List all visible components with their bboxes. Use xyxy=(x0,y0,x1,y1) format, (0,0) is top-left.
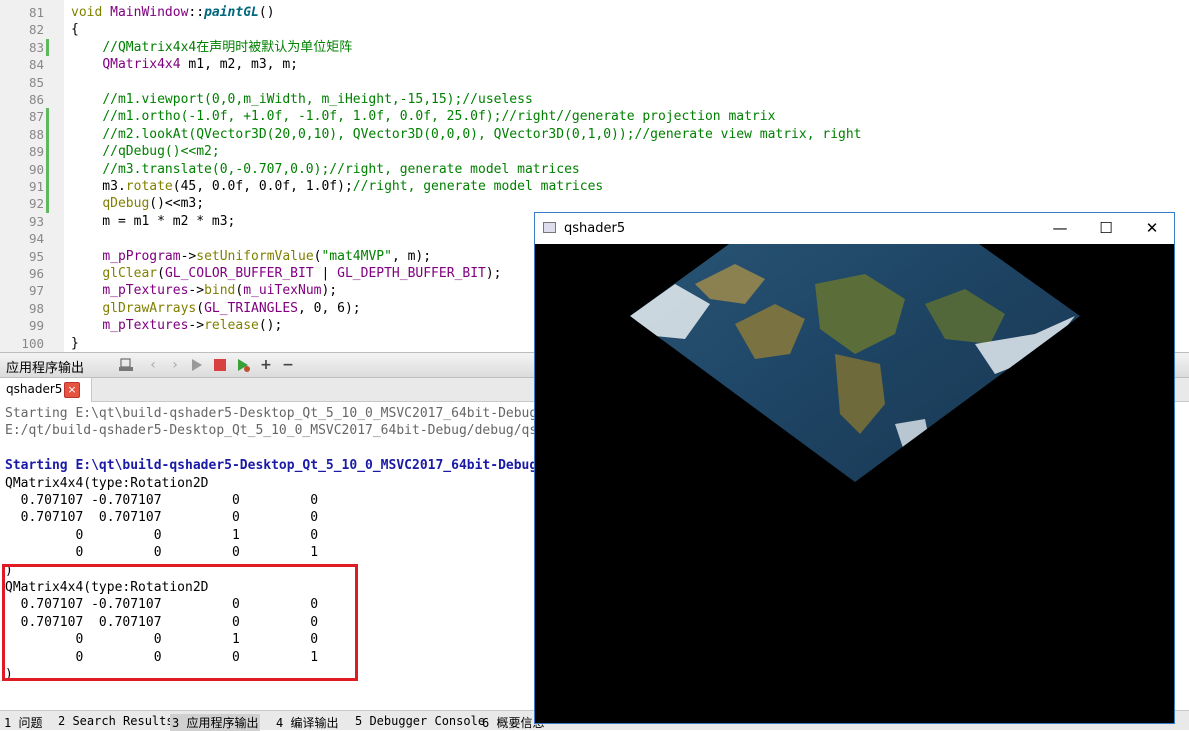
pane-button-issues[interactable]: 1 问题 xyxy=(4,714,42,731)
code-line[interactable]: QMatrix4x4 m1, m2, m3, m; xyxy=(71,56,298,73)
window-titlebar[interactable]: qshader5 — ☐ ✕ xyxy=(535,213,1174,244)
qshader5-window[interactable]: qshader5 — ☐ ✕ xyxy=(534,212,1175,724)
line-number: 83 xyxy=(28,39,44,55)
line-number: 98 xyxy=(28,300,44,316)
code-line[interactable]: } xyxy=(71,335,79,352)
close-button[interactable]: ✕ xyxy=(1129,213,1175,244)
change-marker xyxy=(46,38,49,57)
line-number: 92 xyxy=(28,196,44,212)
output-line: 0 0 0 1 xyxy=(5,545,319,561)
code-line[interactable]: { xyxy=(71,21,79,38)
opengl-canvas[interactable] xyxy=(535,244,1174,723)
code-line[interactable]: m3.rotate(45, 0.0f, 0.0f, 1.0f);//right,… xyxy=(71,178,603,195)
remove-icon[interactable]: − xyxy=(280,357,296,373)
code-line[interactable]: void MainWindow::paintGL() xyxy=(71,4,275,21)
code-line[interactable]: //qDebug()<<m2; xyxy=(71,143,219,160)
line-number: 94 xyxy=(28,231,44,247)
line-number: 89 xyxy=(28,144,44,160)
line-number: 82 xyxy=(28,22,44,38)
line-number: 87 xyxy=(28,109,44,125)
output-line: 0.707107 -0.707107 0 0 xyxy=(5,493,319,508)
change-marker xyxy=(46,160,49,178)
code-line[interactable]: glDrawArrays(GL_TRIANGLES, 0, 6); xyxy=(71,300,360,317)
close-icon[interactable]: × xyxy=(64,382,80,398)
app-icon xyxy=(543,222,556,233)
line-number: 88 xyxy=(28,126,44,142)
window-title: qshader5 xyxy=(564,221,626,236)
add-icon[interactable]: + xyxy=(258,357,274,373)
code-line[interactable]: //m1.ortho(-1.0f, +1.0f, -1.0f, 1.0f, 0.… xyxy=(71,108,775,125)
pane-button-search-results[interactable]: 2 Search Results xyxy=(58,714,174,728)
prev-icon[interactable]: ‹ xyxy=(145,357,161,373)
code-line[interactable]: m_pProgram->setUniformValue("mat4MVP", m… xyxy=(71,248,431,265)
line-number: 90 xyxy=(28,161,44,177)
pane-button-debugger-console[interactable]: 5 Debugger Console xyxy=(355,714,485,728)
line-number: 81 xyxy=(28,5,44,20)
line-number: 96 xyxy=(28,266,44,281)
clear-icon[interactable] xyxy=(118,357,134,373)
code-line[interactable]: //m2.lookAt(QVector3D(20,0,10), QVector3… xyxy=(71,126,861,143)
change-marker xyxy=(46,178,49,196)
next-icon[interactable]: › xyxy=(167,357,183,373)
line-number: 86 xyxy=(28,92,44,107)
line-number: 95 xyxy=(28,248,44,264)
tab-qshader5[interactable]: qshader5 × xyxy=(0,378,92,402)
change-marker xyxy=(46,125,49,144)
change-marker xyxy=(46,143,49,161)
line-number: 85 xyxy=(28,74,44,90)
code-line[interactable]: m_pTextures->release(); xyxy=(71,317,282,334)
change-marker xyxy=(46,108,49,126)
code-line[interactable]: qDebug()<<m3; xyxy=(71,195,204,212)
code-line[interactable]: //m3.translate(0,-0.707,0.0);//right, ge… xyxy=(71,161,579,178)
pane-button-application-output[interactable]: 3 应用程序输出 xyxy=(170,714,261,731)
code-line[interactable]: //QMatrix4x4在声明时被默认为单位矩阵 xyxy=(71,39,352,56)
code-line[interactable]: glClear(GL_COLOR_BUFFER_BIT | GL_DEPTH_B… xyxy=(71,265,501,282)
change-marker xyxy=(46,195,49,213)
line-number: 91 xyxy=(28,179,44,194)
line-number: 97 xyxy=(28,283,44,299)
highlight-box xyxy=(2,564,358,681)
minimize-button[interactable]: — xyxy=(1037,213,1083,244)
code-line[interactable]: m = m1 * m2 * m3; xyxy=(71,213,235,230)
code-line[interactable]: //m1.viewport(0,0,m_iWidth, m_iHeight,-1… xyxy=(71,91,532,108)
debug-run-icon[interactable] xyxy=(235,357,251,373)
line-number: 84 xyxy=(28,57,44,73)
output-line: 0.707107 0.707107 0 0 xyxy=(5,510,319,526)
line-number: 93 xyxy=(28,213,44,229)
pane-button-compile-output[interactable]: 4 编译输出 xyxy=(276,714,338,731)
stop-icon[interactable] xyxy=(212,357,228,373)
output-pane-title: 应用程序输出 xyxy=(6,361,85,376)
output-line: 0 0 1 0 xyxy=(5,527,319,543)
output-line: QMatrix4x4(type:Rotation2D xyxy=(5,475,209,491)
line-number-gutter: 81 82 83 84 85 86 87 88 89 90 91 92 93 94 95 96 97 98 99 10… xyxy=(0,0,64,352)
run-icon[interactable] xyxy=(189,357,205,373)
line-number: 99 xyxy=(28,318,44,334)
line-number: 100 xyxy=(21,335,44,351)
code-line[interactable]: m_pTextures->bind(m_uiTexNum); xyxy=(71,282,337,299)
rotated-world-map xyxy=(630,244,1080,482)
tab-label: qshader5 xyxy=(6,382,63,396)
maximize-button[interactable]: ☐ xyxy=(1083,213,1129,244)
